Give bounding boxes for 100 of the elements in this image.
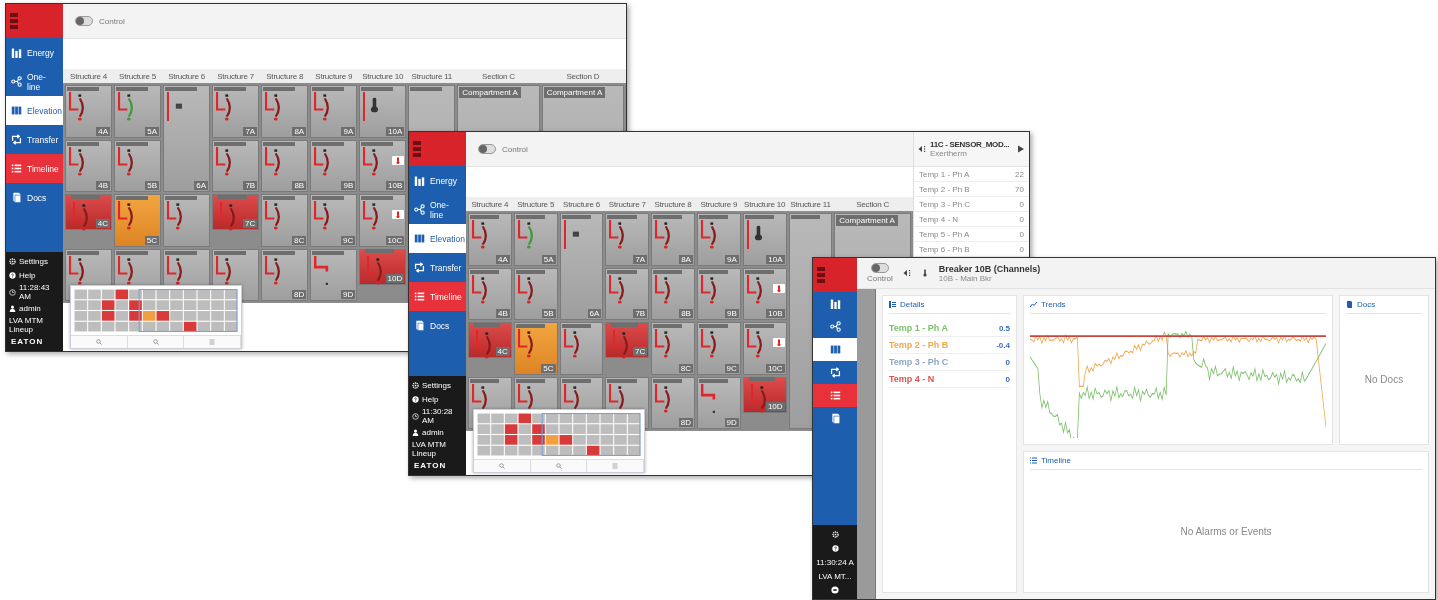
footer-item[interactable]: Settings [409, 379, 466, 392]
compartment[interactable]: 7C [212, 194, 260, 230]
compartment[interactable]: 10B [359, 139, 407, 192]
compartment[interactable]: 9B [696, 267, 741, 320]
compartment[interactable]: 5A [513, 213, 558, 266]
channel-value: 0 [1005, 357, 1010, 367]
play-icon[interactable] [1017, 145, 1025, 153]
cell-tag [698, 215, 729, 219]
footer-item[interactable]: Help [6, 269, 63, 282]
footer-item[interactable]: 11:30:28 AM [409, 407, 466, 425]
compartment-label: 9B [724, 309, 739, 318]
nav-item[interactable]: Energy [6, 38, 63, 67]
nav-item[interactable]: Docs [6, 183, 63, 212]
channel-value: -0.4 [996, 340, 1010, 350]
control-toggle[interactable] [75, 16, 93, 26]
nav-item[interactable] [813, 338, 857, 361]
footer-item[interactable]: Settings [6, 255, 63, 268]
compartment[interactable]: 7B [212, 139, 260, 192]
transfer-switch-drawing [167, 92, 183, 121]
footer-item[interactable]: Help [409, 393, 466, 406]
footer-item[interactable]: LVA MTM Lineup [409, 440, 466, 458]
compartment[interactable]: 8D [261, 248, 309, 301]
compartment[interactable]: 6A [163, 85, 211, 192]
nav-item[interactable]: One-line [6, 67, 63, 96]
footer-item[interactable]: 11:28:43 AM [6, 283, 63, 301]
thermometer-icon[interactable] [772, 338, 785, 348]
compartment[interactable]: 9D [696, 376, 741, 429]
grid-icon [11, 105, 22, 116]
nav-item[interactable]: Transfer [409, 253, 466, 282]
compartment[interactable]: 10A [359, 85, 407, 138]
breaker-drawing [363, 146, 379, 176]
compartment[interactable]: 7B [605, 267, 650, 320]
minimap-drawing[interactable] [74, 289, 238, 332]
compartment[interactable]: 8B [651, 267, 695, 320]
alarm-summary[interactable] [409, 132, 466, 166]
nav-item[interactable]: One-line [409, 195, 466, 224]
compartment[interactable]: 10D [359, 248, 407, 285]
compartment[interactable]: 8D [651, 376, 695, 429]
control-toggle[interactable] [478, 144, 496, 154]
compartment[interactable]: 5C [114, 194, 162, 247]
nav-item[interactable]: Energy [409, 166, 466, 195]
nav-item[interactable] [813, 384, 857, 407]
alarm-summary[interactable] [6, 4, 63, 38]
nav-item[interactable]: Timeline [409, 282, 466, 311]
compartment[interactable]: 10A [742, 213, 787, 266]
compartment[interactable]: 8C [651, 322, 695, 375]
nav-item[interactable]: Transfer [6, 125, 63, 154]
cell-tag [470, 269, 500, 274]
compartment[interactable]: 5B [114, 139, 162, 192]
cell-tag [653, 324, 683, 328]
compartment[interactable]: 8C [261, 194, 309, 247]
compartment[interactable]: 5C [513, 322, 558, 375]
back-icon[interactable] [918, 145, 926, 153]
compartment[interactable]: 10D [742, 376, 787, 413]
control-toggle[interactable] [870, 263, 889, 273]
compartment[interactable]: 8A [651, 213, 695, 266]
help-icon [9, 272, 16, 279]
compartment[interactable]: 10C [742, 322, 787, 375]
compartment[interactable]: 4A [468, 213, 512, 266]
compartment[interactable]: 9A [310, 85, 358, 138]
cell-tag [116, 196, 148, 200]
compartment[interactable]: 4B [468, 267, 512, 320]
footer-item[interactable]: 11:30:24 A [813, 556, 857, 569]
footer-item[interactable]: LVA MT... [813, 570, 857, 583]
minimap-drawing[interactable] [477, 413, 641, 456]
compartment[interactable]: 7C [605, 322, 650, 358]
compartment[interactable]: 4C [468, 322, 512, 358]
control-label: Control [99, 16, 125, 26]
empty-message: No Alarms or Events [1180, 525, 1272, 537]
compartment[interactable]: 9B [310, 139, 358, 192]
bar-chart-icon [414, 175, 425, 186]
thermometer-icon[interactable] [392, 210, 405, 220]
footer-item[interactable]: LVA MTM Lineup [6, 316, 63, 334]
compartment[interactable]: 4A [65, 85, 113, 138]
compartment[interactable]: 9A [696, 213, 741, 266]
compartment[interactable]: 4B [65, 139, 113, 192]
compartment-label: 8B [292, 181, 307, 190]
compartment[interactable]: 5A [114, 85, 162, 138]
nav-item[interactable]: Docs [409, 311, 466, 340]
compartment[interactable]: 6A [559, 213, 604, 320]
footer-item[interactable]: admin [409, 426, 466, 439]
compartment[interactable]: 9D [310, 248, 358, 301]
footer-item[interactable]: admin [6, 302, 63, 315]
compartment[interactable]: 8A [261, 85, 309, 138]
compartment[interactable]: 10B [742, 267, 787, 320]
compartment-label: 9B [341, 181, 356, 190]
compartment[interactable]: 7A [605, 213, 650, 266]
compartment[interactable]: 7A [212, 85, 260, 138]
compartment[interactable]: 5B [513, 267, 558, 320]
compartment[interactable]: 10C [359, 194, 407, 247]
compartment[interactable]: 4C [65, 194, 113, 230]
thermometer-icon[interactable] [392, 155, 405, 165]
compartment[interactable]: 9C [696, 322, 741, 375]
nav-item[interactable]: Elevation [409, 224, 466, 253]
thermometer-icon[interactable] [772, 283, 785, 293]
back-icon[interactable] [902, 269, 911, 277]
compartment[interactable]: 9C [310, 194, 358, 247]
compartment[interactable]: 8B [261, 139, 309, 192]
nav-item[interactable]: Elevation [6, 96, 63, 125]
nav-item[interactable]: Timeline [6, 154, 63, 183]
